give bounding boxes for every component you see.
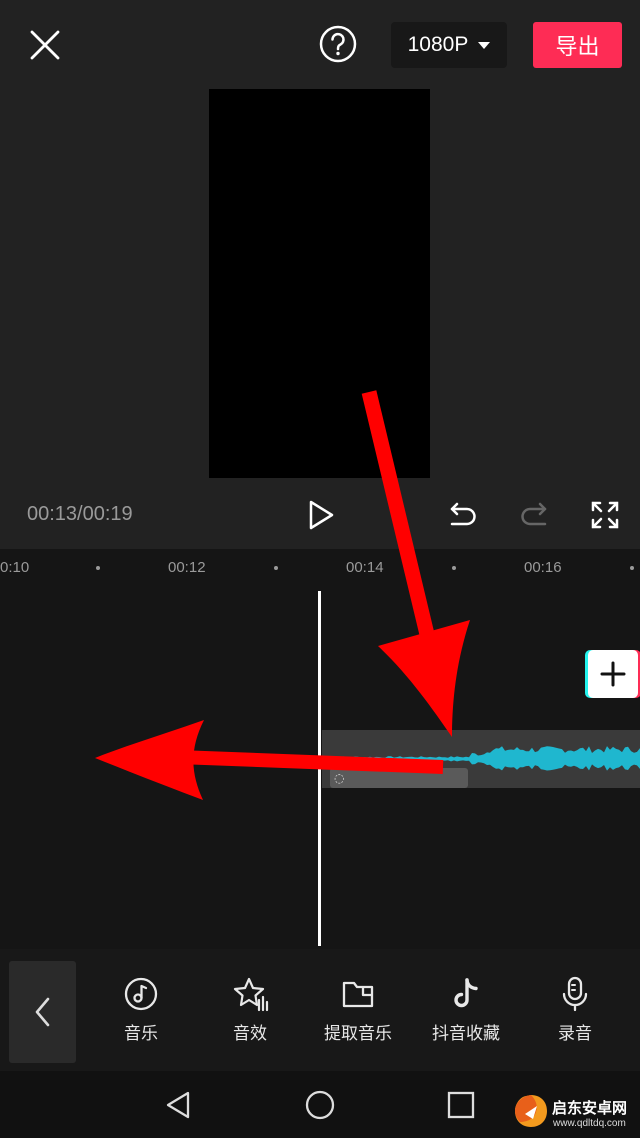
add-clip-button[interactable] — [588, 650, 638, 698]
nav-home-icon[interactable] — [303, 1088, 337, 1122]
folder-icon — [342, 981, 374, 1008]
timecode: 00:13/00:19 — [27, 503, 133, 525]
watermark-url: www.qdltdq.com — [553, 1118, 626, 1129]
plus-icon — [600, 661, 626, 687]
caret-down-icon — [478, 41, 491, 49]
playhead[interactable] — [318, 591, 321, 946]
toolbar-back-button[interactable] — [9, 961, 76, 1063]
ruler-tick — [630, 566, 634, 570]
tool-music[interactable]: 音乐 — [87, 975, 195, 1044]
tiktok-icon — [454, 978, 478, 1008]
tool-label: 提取音乐 — [324, 1024, 392, 1044]
video-preview — [209, 89, 430, 478]
help-icon[interactable] — [316, 22, 360, 66]
ruler-label: 00:14 — [346, 559, 384, 576]
watermark-logo — [515, 1095, 547, 1127]
audio-clip-label: ◌ — [330, 768, 468, 788]
chevron-left-icon — [35, 997, 49, 1027]
ruler-label: 00:12 — [168, 559, 206, 576]
tool-label: 音效 — [233, 1024, 267, 1044]
ruler-tick — [274, 566, 278, 570]
fullscreen-icon[interactable] — [586, 496, 624, 534]
tool-tiktok-favorites[interactable]: 抖音收藏 — [412, 975, 520, 1044]
tool-record[interactable]: 录音 — [521, 975, 629, 1044]
ruler-label: 00:16 — [524, 559, 562, 576]
tool-label: 抖音收藏 — [432, 1024, 500, 1044]
tool-extract-music[interactable]: 提取音乐 — [304, 975, 412, 1044]
nav-back-icon[interactable] — [162, 1088, 196, 1122]
microphone-icon — [562, 976, 588, 1012]
tool-sound-effects[interactable]: 音效 — [196, 975, 304, 1044]
undo-icon[interactable] — [443, 496, 481, 534]
sound-effect-star-icon — [233, 977, 269, 1012]
music-disc-icon — [124, 977, 158, 1011]
ruler-tick — [452, 566, 456, 570]
nav-recents-icon[interactable] — [446, 1090, 476, 1120]
tool-label: 录音 — [558, 1024, 592, 1044]
resolution-value: 1080P — [407, 33, 469, 56]
close-icon[interactable] — [24, 24, 66, 66]
play-icon[interactable] — [300, 494, 342, 536]
resolution-dropdown[interactable]: 1080P — [391, 22, 507, 68]
redo-icon[interactable] — [516, 496, 554, 534]
ruler-tick — [96, 566, 100, 570]
tool-label: 音乐 — [124, 1024, 158, 1044]
watermark-title: 启东安卓网 — [552, 1099, 628, 1117]
ruler-label: 0:10 — [0, 559, 30, 576]
export-button[interactable]: 导出 — [533, 22, 622, 68]
